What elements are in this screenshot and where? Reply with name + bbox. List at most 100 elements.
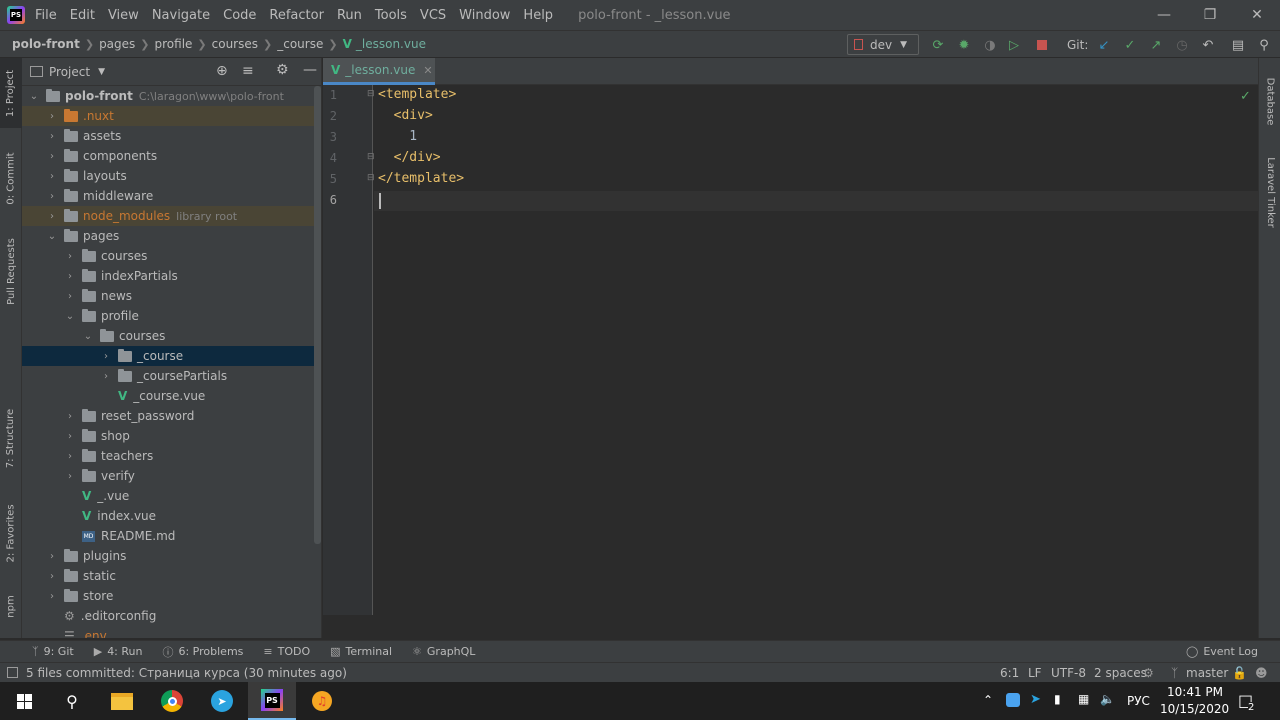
file-encoding[interactable]: UTF-8: [1051, 666, 1086, 680]
chevron-right-icon[interactable]: ›: [64, 271, 76, 282]
chevron-right-icon[interactable]: ›: [46, 211, 58, 222]
menu-help[interactable]: Help: [523, 8, 553, 23]
tool-todo[interactable]: ≡ TODO: [263, 645, 310, 658]
lock-icon[interactable]: 🔓: [1232, 666, 1247, 680]
update-project-icon[interactable]: ↙: [1096, 37, 1112, 53]
tree-item[interactable]: › store: [22, 586, 321, 606]
tool-git[interactable]: ᛉ 9: Git: [32, 645, 74, 658]
tree-item[interactable]: › layouts: [22, 166, 321, 186]
chevron-down-icon[interactable]: ⌄: [82, 331, 94, 342]
tab-database[interactable]: Database: [1259, 66, 1280, 136]
caret-position[interactable]: 6:1: [1000, 666, 1019, 680]
tab-favorites[interactable]: 2: Favorites: [0, 493, 22, 573]
chevron-right-icon[interactable]: ›: [100, 371, 112, 382]
breadcrumb-courses[interactable]: courses: [212, 37, 258, 51]
tool-graphql[interactable]: ⚛ GraphQL: [412, 645, 475, 658]
chevron-right-icon[interactable]: ›: [46, 571, 58, 582]
phpstorm-taskbar-icon[interactable]: PS: [248, 682, 296, 720]
chrome-icon[interactable]: [148, 682, 196, 720]
minimize-button[interactable]: —: [1141, 0, 1187, 30]
tree-item[interactable]: › shop: [22, 426, 321, 446]
inspection-ok-icon[interactable]: ✓: [1240, 89, 1251, 104]
tree-item[interactable]: ☰ .env: [22, 626, 321, 638]
music-player-icon[interactable]: ♫: [298, 682, 346, 720]
restore-button[interactable]: ❐: [1187, 0, 1233, 30]
tree-item[interactable]: ⌄ courses: [22, 326, 321, 346]
chevron-right-icon[interactable]: ›: [64, 471, 76, 482]
menu-file[interactable]: File: [35, 8, 57, 23]
tree-item[interactable]: › news: [22, 286, 321, 306]
hide-panel-icon[interactable]: —: [303, 62, 317, 78]
tree-item[interactable]: › node_modules library root: [22, 206, 321, 226]
tab-lesson-vue[interactable]: V _lesson.vue ✕: [323, 58, 435, 85]
chevron-right-icon[interactable]: ›: [46, 111, 58, 122]
telegram-tray-icon[interactable]: ➤: [1030, 692, 1041, 707]
code-editor[interactable]: <template> <div> 1 </div> </template> ✓: [374, 85, 1258, 615]
chevron-up-icon[interactable]: ⌃: [983, 693, 993, 707]
stop-icon[interactable]: [1034, 37, 1050, 53]
git-branch[interactable]: master: [1186, 666, 1228, 680]
tree-item-selected[interactable]: › _course: [22, 346, 321, 366]
locate-icon[interactable]: ⊕: [216, 63, 228, 79]
menu-tools[interactable]: Tools: [375, 8, 407, 23]
tool-event-log[interactable]: ◯ Event Log: [1186, 645, 1258, 658]
tree-root[interactable]: ⌄ polo-front C:\laragon\www\polo-front: [22, 86, 321, 106]
chevron-right-icon[interactable]: ›: [46, 551, 58, 562]
tool-problems[interactable]: ⓘ 6: Problems: [162, 644, 243, 660]
chevron-down-icon[interactable]: ▼: [98, 67, 105, 77]
tree-item[interactable]: › indexPartials: [22, 266, 321, 286]
tab-laravel-tinker[interactable]: Laravel Tinker: [1259, 150, 1280, 234]
tool-terminal[interactable]: ▧ Terminal: [330, 645, 392, 658]
tree-item[interactable]: › .nuxt: [22, 106, 321, 126]
push-icon[interactable]: ↗: [1148, 37, 1164, 53]
volume-icon[interactable]: 🔈: [1100, 692, 1115, 706]
status-panel-toggle-icon[interactable]: [7, 667, 18, 678]
chevron-right-icon[interactable]: ›: [46, 131, 58, 142]
inspector-icon[interactable]: ☻: [1255, 666, 1268, 680]
breadcrumb-project[interactable]: polo-front: [12, 37, 80, 51]
tree-item[interactable]: › plugins: [22, 546, 321, 566]
file-explorer-icon[interactable]: [98, 682, 146, 720]
chevron-right-icon[interactable]: ›: [46, 171, 58, 182]
menu-run[interactable]: Run: [337, 8, 362, 23]
breadcrumb-profile[interactable]: profile: [155, 37, 193, 51]
menu-refactor[interactable]: Refactor: [269, 8, 324, 23]
tree-item[interactable]: › reset_password: [22, 406, 321, 426]
tree-scrollbar[interactable]: [314, 86, 321, 544]
tree-item[interactable]: ⌄ pages: [22, 226, 321, 246]
clock-date[interactable]: 10/15/2020: [1160, 702, 1229, 716]
menu-view[interactable]: View: [108, 8, 139, 23]
breadcrumb-lesson-file[interactable]: _lesson.vue: [356, 37, 426, 51]
tab-pull-requests[interactable]: Pull Requests: [0, 226, 22, 316]
menu-code[interactable]: Code: [223, 8, 256, 23]
tab-npm[interactable]: npm: [0, 586, 22, 626]
commit-icon[interactable]: ✓: [1122, 37, 1138, 53]
chevron-right-icon[interactable]: ›: [64, 451, 76, 462]
tree-item[interactable]: › middleware: [22, 186, 321, 206]
tab-commit[interactable]: 0: Commit: [0, 138, 22, 218]
input-language[interactable]: РУС: [1127, 694, 1150, 708]
history-icon[interactable]: ◷: [1174, 37, 1190, 53]
tool-run[interactable]: ▶ 4: Run: [94, 645, 143, 658]
menu-window[interactable]: Window: [459, 8, 510, 23]
app-tray-icon[interactable]: [1006, 693, 1020, 707]
close-window-button[interactable]: ✕: [1234, 0, 1280, 30]
tree-item[interactable]: ⚙ .editorconfig: [22, 606, 321, 626]
project-view-select[interactable]: Project: [49, 65, 90, 79]
clock-time[interactable]: 10:41 PM: [1167, 685, 1223, 699]
tree-item[interactable]: › courses: [22, 246, 321, 266]
search-icon[interactable]: ⚲: [48, 682, 96, 720]
chevron-right-icon[interactable]: ›: [100, 351, 112, 362]
tree-item[interactable]: › static: [22, 566, 321, 586]
chevron-right-icon[interactable]: ›: [46, 191, 58, 202]
chevron-right-icon[interactable]: ›: [64, 251, 76, 262]
chevron-down-icon[interactable]: ⌄: [64, 311, 76, 322]
collapse-all-icon[interactable]: ≡: [242, 63, 254, 79]
battery-icon[interactable]: ▮: [1054, 692, 1061, 706]
menu-vcs[interactable]: VCS: [420, 8, 446, 23]
menu-navigate[interactable]: Navigate: [152, 8, 210, 23]
gear-icon[interactable]: ⚙: [276, 62, 289, 78]
tree-item[interactable]: › assets: [22, 126, 321, 146]
line-separator[interactable]: LF: [1028, 666, 1042, 680]
rollback-icon[interactable]: ↶: [1200, 37, 1216, 53]
